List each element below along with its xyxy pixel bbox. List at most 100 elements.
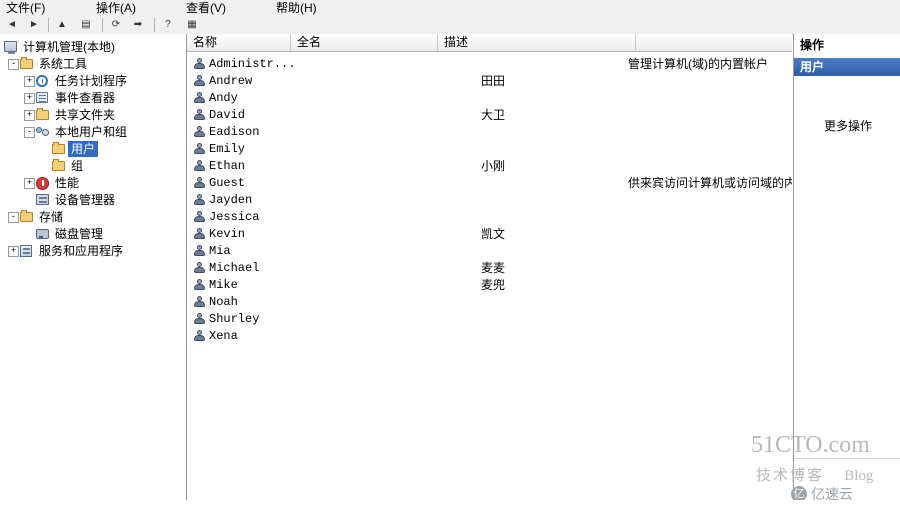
folder-icon: [52, 159, 66, 173]
user-icon: [193, 228, 206, 241]
cell-name: Mike: [209, 278, 238, 292]
menu-file[interactable]: 文件(F): [6, 0, 45, 16]
menu-action[interactable]: 操作(A): [96, 0, 136, 16]
tree-item-label: 事件查看器: [55, 91, 116, 105]
expand-icon[interactable]: +: [8, 246, 19, 257]
expand-icon[interactable]: +: [24, 110, 35, 121]
menu-help[interactable]: 帮助(H): [276, 0, 317, 16]
column-header-extra[interactable]: [636, 34, 789, 51]
table-row[interactable]: Xena: [187, 328, 792, 345]
back-icon: ◄: [7, 19, 17, 30]
export-list-button[interactable]: ➡: [128, 17, 148, 33]
table-row[interactable]: Noah: [187, 294, 792, 311]
tree-item-label: 磁盘管理: [55, 227, 104, 241]
collapse-icon[interactable]: -: [8, 212, 19, 223]
cell-name: Emily: [209, 142, 246, 156]
user-icon: [193, 245, 206, 258]
services-icon: [20, 244, 34, 258]
user-icon: [193, 313, 206, 326]
menu-bar: 文件(F) 操作(A) 查看(V) 帮助(H): [0, 0, 900, 17]
disk-icon: [36, 227, 50, 241]
help-button[interactable]: ?: [158, 17, 178, 33]
user-icon: [193, 330, 206, 343]
cell-name: Mia: [209, 244, 231, 258]
cell-name: Ethan: [209, 159, 246, 173]
cell-description: 管理计算机(域)的内置帐户: [628, 57, 768, 71]
up-button[interactable]: ▲: [52, 17, 72, 33]
menu-view[interactable]: 查看(V): [186, 0, 226, 16]
expand-icon[interactable]: +: [24, 76, 35, 87]
cell-name: Michael: [209, 261, 260, 275]
tree-item-12[interactable]: + 服务和应用程序: [0, 243, 186, 259]
table-row[interactable]: Ethan 小刚: [187, 158, 792, 175]
watermark-blog-en: Blog: [844, 468, 874, 484]
watermark-blog-cn: 技术博客: [756, 467, 825, 484]
forward-button[interactable]: ►: [24, 17, 44, 33]
properties-button[interactable]: ▦: [182, 17, 202, 33]
tree-item-10[interactable]: - 存储: [0, 209, 186, 225]
table-row[interactable]: Emily: [187, 141, 792, 158]
toolbar: ◄ ► ▲ ▤ ⟳ ➡ ? ▦: [0, 16, 900, 35]
back-button[interactable]: ◄: [2, 17, 22, 33]
more-actions-item[interactable]: 更多操作: [794, 118, 900, 134]
tree-item-label: 组: [71, 159, 84, 173]
tree-item-8[interactable]: + 性能: [0, 175, 186, 191]
column-header-fullname[interactable]: 全名: [291, 34, 438, 51]
tree-item-label: 服务和应用程序: [39, 244, 124, 258]
user-icon: [193, 296, 206, 309]
tree-item-label: 共享文件夹: [55, 108, 116, 122]
table-row[interactable]: Mike 麦兜: [187, 277, 792, 294]
table-row[interactable]: Eadison: [187, 124, 792, 141]
expand-icon[interactable]: +: [24, 178, 35, 189]
help-icon: ?: [165, 19, 171, 30]
table-row[interactable]: Andy: [187, 90, 792, 107]
tree-item-9[interactable]: 设备管理器: [0, 192, 186, 208]
table-row[interactable]: Guest 供来宾访问计算机或访问域的内...: [187, 175, 792, 192]
tree-item-11[interactable]: 磁盘管理: [0, 226, 186, 242]
show-hide-tree-button[interactable]: ▤: [76, 17, 96, 33]
toolbar-separator-3: [154, 18, 155, 32]
user-icon: [193, 109, 206, 122]
folder-icon: [36, 108, 50, 122]
tree-item-2[interactable]: + 任务计划程序: [0, 73, 186, 89]
actions-pane-title: 操作: [794, 34, 900, 56]
cell-name: Administr...: [209, 57, 296, 71]
tree-item-7[interactable]: 组: [0, 158, 186, 174]
tree-item-label: 本地用户和组: [55, 125, 128, 139]
user-icon: [193, 262, 206, 275]
table-row[interactable]: Jayden: [187, 192, 792, 209]
cell-fullname: 大卫: [481, 108, 506, 122]
table-row[interactable]: Mia: [187, 243, 792, 260]
table-row[interactable]: Andrew 田田: [187, 73, 792, 90]
users-list-pane[interactable]: 名称 全名 描述 Administr... 管理计算机(域)的内置帐户 Andrew…: [187, 34, 792, 506]
user-icon: [193, 177, 206, 190]
tree-item-4[interactable]: + 共享文件夹: [0, 107, 186, 123]
book-icon: [36, 91, 50, 105]
table-row[interactable]: Shurley: [187, 311, 792, 328]
tree-item-3[interactable]: + 事件查看器: [0, 90, 186, 106]
user-icon: [193, 126, 206, 139]
expand-icon[interactable]: +: [24, 93, 35, 104]
table-row[interactable]: Jessica: [187, 209, 792, 226]
tree-item-1[interactable]: - 系统工具: [0, 56, 186, 72]
cell-name: Shurley: [209, 312, 260, 326]
column-header-name[interactable]: 名称: [187, 34, 291, 51]
tree-item-5[interactable]: - 本地用户和组: [0, 124, 186, 140]
column-header-description[interactable]: 描述: [438, 34, 636, 51]
console-tree-pane[interactable]: 计算机管理(本地) - 系统工具 + 任务计划程序 + 事件查看器 + 共享文件夹 - 本地用户和组…: [0, 34, 187, 506]
table-row[interactable]: Administr... 管理计算机(域)的内置帐户: [187, 56, 792, 73]
refresh-button[interactable]: ⟳: [106, 17, 126, 33]
list-header: 名称 全名 描述: [187, 34, 792, 52]
collapse-icon[interactable]: -: [24, 127, 35, 138]
cell-fullname: 凯文: [481, 227, 506, 241]
collapse-icon[interactable]: -: [8, 59, 19, 70]
table-row[interactable]: Kevin 凯文: [187, 226, 792, 243]
cell-name: David: [209, 108, 246, 122]
tree-item-0[interactable]: 计算机管理(本地): [0, 39, 186, 55]
table-row[interactable]: David 大卫: [187, 107, 792, 124]
forward-icon: ►: [29, 19, 39, 30]
cell-name: Xena: [209, 329, 238, 343]
table-row[interactable]: Michael 麦麦: [187, 260, 792, 277]
tree-item-6[interactable]: 用户: [0, 141, 186, 157]
actions-section-users: 用户: [794, 58, 900, 76]
